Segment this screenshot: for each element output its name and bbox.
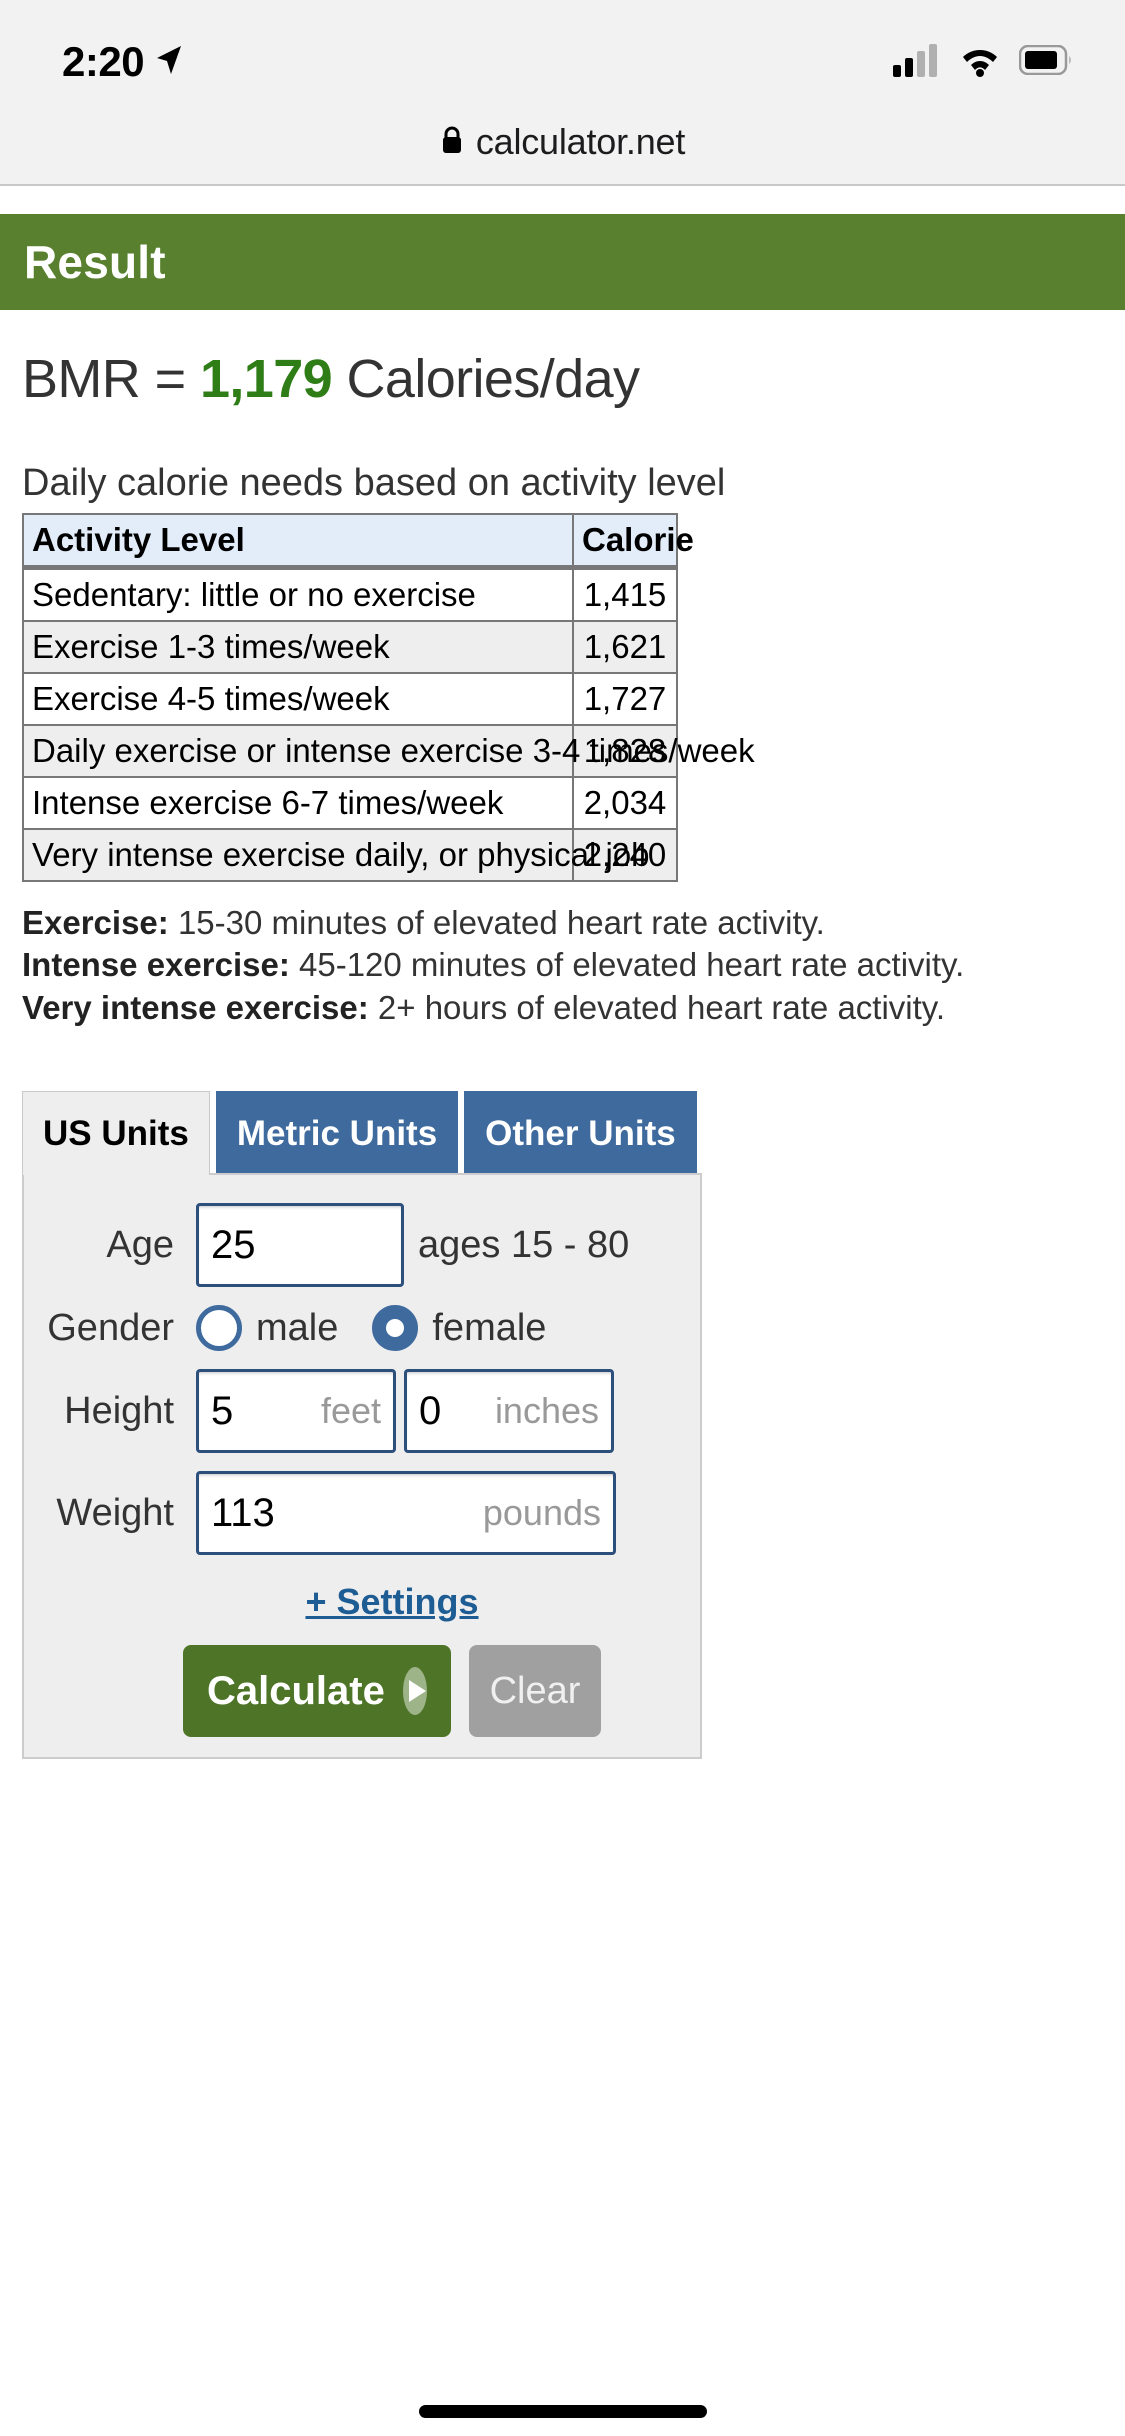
weight-row: Weight 113 pounds (44, 1471, 680, 1556)
bmr-value: 1,179 (199, 349, 333, 409)
note-text: 45-120 minutes of elevated heart rate ac… (289, 946, 965, 984)
weight-input[interactable]: 113 pounds (196, 1471, 616, 1556)
table-row: Daily exercise or intense exercise 3-4 t… (22, 723, 755, 778)
gender-label: Gender (47, 1306, 174, 1349)
cell-activity-level: Sedentary: little or no exercise (22, 566, 574, 622)
note-term: Very intense exercise: (22, 988, 369, 1026)
note-text: 2+ hours of elevated heart rate activity… (368, 988, 946, 1026)
tab-us-units[interactable]: US Units (22, 1091, 210, 1176)
cell-activity-level: Very intense exercise daily, or physical… (22, 827, 650, 882)
result-header-bar: Result (0, 214, 1125, 310)
unit-tabs: US Units Metric Units Other Units (22, 1091, 702, 1176)
height-inches-input[interactable]: 0 inches (404, 1369, 614, 1454)
height-feet-unit: feet (320, 1390, 381, 1432)
cell-activity-level: Intense exercise 6-7 times/week (22, 775, 574, 830)
radio-female[interactable] (372, 1305, 419, 1352)
home-indicator[interactable] (418, 2405, 707, 2418)
height-feet-input[interactable]: 5 feet (196, 1369, 396, 1454)
calculate-button[interactable]: Calculate (183, 1645, 451, 1738)
table-row: Intense exercise 6-7 times/week 2,034 (22, 775, 678, 830)
calculator-form-panel: Age 25 ages 15 - 80 Gender male female H… (22, 1173, 702, 1760)
cell-calorie: 2,240 (572, 827, 678, 882)
gender-row: Gender male female (44, 1305, 680, 1352)
cell-activity-level: Daily exercise or intense exercise 3-4 t… (22, 723, 755, 778)
lock-icon (440, 125, 464, 160)
table-body: Sedentary: little or no exercise 1,415 E… (22, 566, 755, 882)
radio-male-label[interactable]: male (256, 1307, 338, 1350)
bmr-calculator-widget: US Units Metric Units Other Units Age 25… (22, 1091, 702, 1760)
cell-calorie: 1,621 (572, 619, 678, 674)
activity-level-table: Activity Level Calorie Sedentary: little… (22, 512, 755, 882)
table-row: Sedentary: little or no exercise 1,415 (22, 566, 678, 622)
cell-calorie: 1,727 (572, 671, 678, 726)
gender-radio-group: male female (196, 1305, 580, 1352)
note-line: Intense exercise: 45-120 minutes of elev… (22, 944, 1085, 987)
table-row: Exercise 1-3 times/week 1,621 (22, 619, 678, 674)
url-text: calculator.net (475, 121, 686, 162)
height-feet-value: 5 (211, 1388, 234, 1433)
weight-input-value: 113 (211, 1490, 275, 1535)
age-input[interactable]: 25 (196, 1203, 404, 1288)
partial-cut-text (1090, 186, 1097, 205)
radio-female-label[interactable]: female (432, 1307, 546, 1350)
play-icon (402, 1667, 427, 1716)
table-header-row: Activity Level Calorie (22, 512, 694, 570)
clear-button[interactable]: Clear (469, 1645, 601, 1738)
status-bar-clock: 2:20 (62, 38, 145, 85)
note-term: Exercise: (22, 903, 169, 941)
note-line: Exercise: 15-30 minutes of elevated hear… (22, 902, 1085, 945)
wifi-icon (957, 43, 1003, 82)
action-buttons: Calculate Clear (44, 1645, 680, 1738)
cell-activity-level: Exercise 1-3 times/week (22, 619, 574, 674)
column-header-activity-level: Activity Level (22, 512, 574, 570)
battery-icon (1018, 44, 1073, 80)
settings-row: + Settings (44, 1581, 680, 1623)
bmr-prefix: BMR = (22, 349, 200, 409)
weight-unit: pounds (482, 1492, 601, 1534)
age-label: Age (106, 1223, 174, 1266)
cell-activity-level: Exercise 4-5 times/week (22, 671, 574, 726)
status-bar-left: 2:20 (62, 38, 184, 86)
bmr-suffix: Calories/day (332, 349, 640, 409)
exercise-definitions: Exercise: 15-30 minutes of elevated hear… (0, 902, 1125, 1030)
height-row: Height 5 feet 0 inches (44, 1369, 680, 1454)
tab-other-units[interactable]: Other Units (464, 1091, 697, 1174)
status-bar-right (893, 43, 1073, 82)
cell-calorie: 2,034 (572, 775, 678, 830)
column-header-calorie: Calorie (572, 512, 694, 570)
age-input-value: 25 (211, 1222, 256, 1267)
location-arrow-icon (154, 44, 184, 81)
note-text: 15-30 minutes of elevated heart rate act… (168, 903, 825, 941)
settings-link[interactable]: + Settings (305, 1581, 478, 1622)
table-subtitle: Daily calorie needs based on activity le… (22, 462, 726, 504)
cellular-signal-icon (893, 43, 941, 82)
weight-label: Weight (56, 1491, 174, 1534)
tab-metric-units[interactable]: Metric Units (215, 1091, 459, 1174)
cell-calorie: 1,828 (572, 723, 678, 778)
table-row: Very intense exercise daily, or physical… (22, 827, 678, 882)
age-hint: ages 15 - 80 (418, 1223, 630, 1266)
height-inches-value: 0 (419, 1388, 442, 1433)
age-row: Age 25 ages 15 - 80 (44, 1203, 680, 1288)
cell-calorie: 1,415 (572, 566, 678, 622)
web-page-content: Result BMR = 1,179 Calories/day Daily ca… (0, 186, 1125, 2436)
note-term: Intense exercise: (22, 946, 290, 984)
height-inches-unit: inches (494, 1390, 599, 1432)
table-row: Exercise 4-5 times/week 1,727 (22, 671, 678, 726)
radio-male[interactable] (196, 1305, 242, 1352)
note-line: Very intense exercise: 2+ hours of eleva… (22, 987, 1085, 1030)
ios-status-bar: 2:20 (0, 0, 1125, 100)
height-label: Height (64, 1389, 174, 1432)
browser-address-bar[interactable]: calculator.net (0, 100, 1125, 186)
calculate-button-label: Calculate (207, 1668, 385, 1713)
bmr-result-line: BMR = 1,179 Calories/day (0, 348, 1125, 410)
